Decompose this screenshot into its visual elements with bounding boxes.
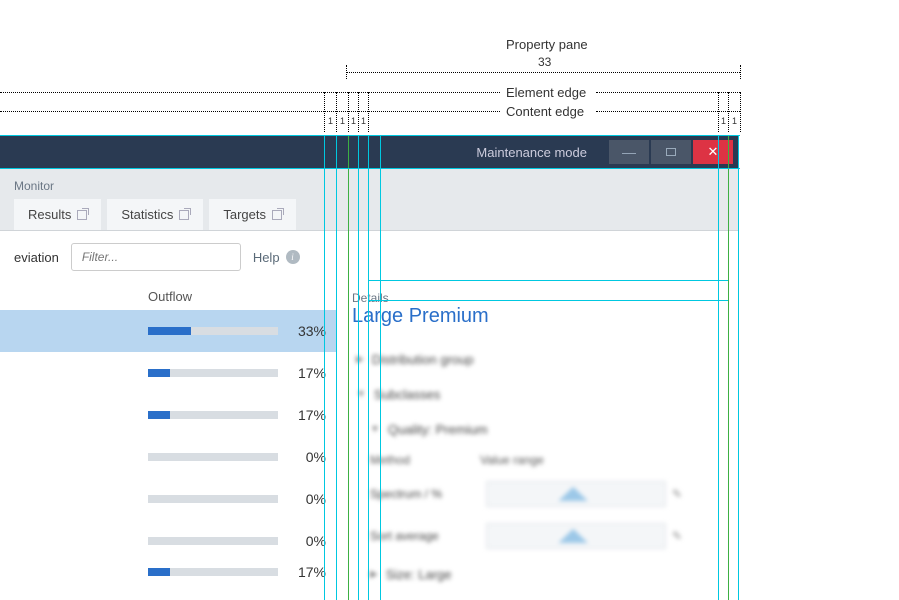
close-button[interactable]: ✕ xyxy=(693,140,733,164)
edit-icon[interactable]: ✎ xyxy=(672,529,682,543)
section-label: Quality: Premium xyxy=(388,422,488,437)
edit-icon[interactable]: ✎ xyxy=(672,487,682,501)
table-row[interactable]: 17% xyxy=(0,352,336,394)
section-distribution-group[interactable]: ▶ Distribution group xyxy=(352,342,723,377)
monitor-label: Monitor xyxy=(14,179,725,193)
section-label: Distribution group xyxy=(372,352,474,367)
content-edge-label: Content edge xyxy=(506,104,584,119)
progress-bar xyxy=(148,537,278,545)
progress-bar xyxy=(148,369,278,377)
pct-value: 17% xyxy=(298,365,326,381)
sort-average-row: Sort average ✎ xyxy=(352,515,723,557)
pct-value: 17% xyxy=(298,407,326,423)
tab-label: Targets xyxy=(223,207,266,222)
table-row[interactable]: 0% xyxy=(0,478,336,520)
filter-row: eviation Help i xyxy=(0,231,739,283)
eviation-text: eviation xyxy=(14,250,59,265)
app-window: Maintenance mode — ✕ Monitor Results Sta… xyxy=(0,135,739,600)
section-subclasses[interactable]: ▼ Subclasses xyxy=(352,377,723,412)
pct-value: 17% xyxy=(298,564,326,580)
progress-bar xyxy=(148,568,278,576)
titlebar: Maintenance mode — ✕ xyxy=(0,135,739,169)
filter-input[interactable] xyxy=(71,243,241,271)
sparkline xyxy=(486,523,666,549)
tab-targets[interactable]: Targets xyxy=(209,199,296,230)
popout-icon xyxy=(77,210,87,220)
pct-value: 0% xyxy=(306,491,326,507)
sort-average-label: Sort average xyxy=(370,529,480,543)
tab-statistics[interactable]: Statistics xyxy=(107,199,203,230)
progress-bar xyxy=(148,495,278,503)
table-row[interactable]: 0% xyxy=(0,520,336,562)
minimize-button[interactable]: — xyxy=(609,140,649,164)
section-size-large[interactable]: ▶ Size: Large xyxy=(352,557,723,592)
maximize-button[interactable] xyxy=(651,140,691,164)
sparkline xyxy=(486,481,666,507)
progress-bar xyxy=(148,327,278,335)
element-edge-label: Element edge xyxy=(506,85,586,100)
chevron-right-icon: ▶ xyxy=(370,569,378,580)
value-range-col: Value range xyxy=(480,453,544,467)
help-link[interactable]: Help i xyxy=(253,250,300,265)
details-label: Details xyxy=(352,291,723,305)
pct-value: 33% xyxy=(298,323,326,339)
tab-label: Statistics xyxy=(121,207,173,222)
table-row[interactable]: 17% xyxy=(0,562,336,582)
chevron-down-icon: ▼ xyxy=(370,424,380,435)
tabs: Results Statistics Targets xyxy=(14,199,725,230)
outflow-header: Outflow xyxy=(0,283,336,310)
section-quality-premium[interactable]: ▼ Quality: Premium xyxy=(352,412,723,447)
tab-results[interactable]: Results xyxy=(14,199,101,230)
section-label: Subclasses xyxy=(374,387,440,402)
maximize-icon xyxy=(666,148,676,156)
outflow-panel: Outflow 33% 17% 17% 0% 0% xyxy=(0,283,336,592)
details-title: Large Premium xyxy=(352,305,723,328)
progress-bar xyxy=(148,411,278,419)
section-label: Size: Large xyxy=(386,567,452,582)
method-header: Method Value range xyxy=(352,447,723,473)
table-row[interactable]: 33% xyxy=(0,310,336,352)
popout-icon xyxy=(179,210,189,220)
progress-bar xyxy=(148,453,278,461)
property-pane-label: Property pane xyxy=(506,37,588,52)
details-panel: Details Large Premium ▶ Distribution gro… xyxy=(336,283,739,592)
spectrum-row: Spectrum / % ✎ xyxy=(352,473,723,515)
info-icon: i xyxy=(286,250,300,264)
header-area: Monitor Results Statistics Targets xyxy=(0,169,739,231)
table-row[interactable]: 17% xyxy=(0,394,336,436)
spectrum-label: Spectrum / % xyxy=(370,487,480,501)
help-label: Help xyxy=(253,250,280,265)
pct-value: 0% xyxy=(306,533,326,549)
mode-label: Maintenance mode xyxy=(476,145,587,160)
popout-icon xyxy=(272,210,282,220)
pct-value: 0% xyxy=(306,449,326,465)
method-col: Method xyxy=(370,453,480,467)
tab-label: Results xyxy=(28,207,71,222)
table-row[interactable]: 0% xyxy=(0,436,336,478)
property-pane-width: 33 xyxy=(538,55,551,69)
